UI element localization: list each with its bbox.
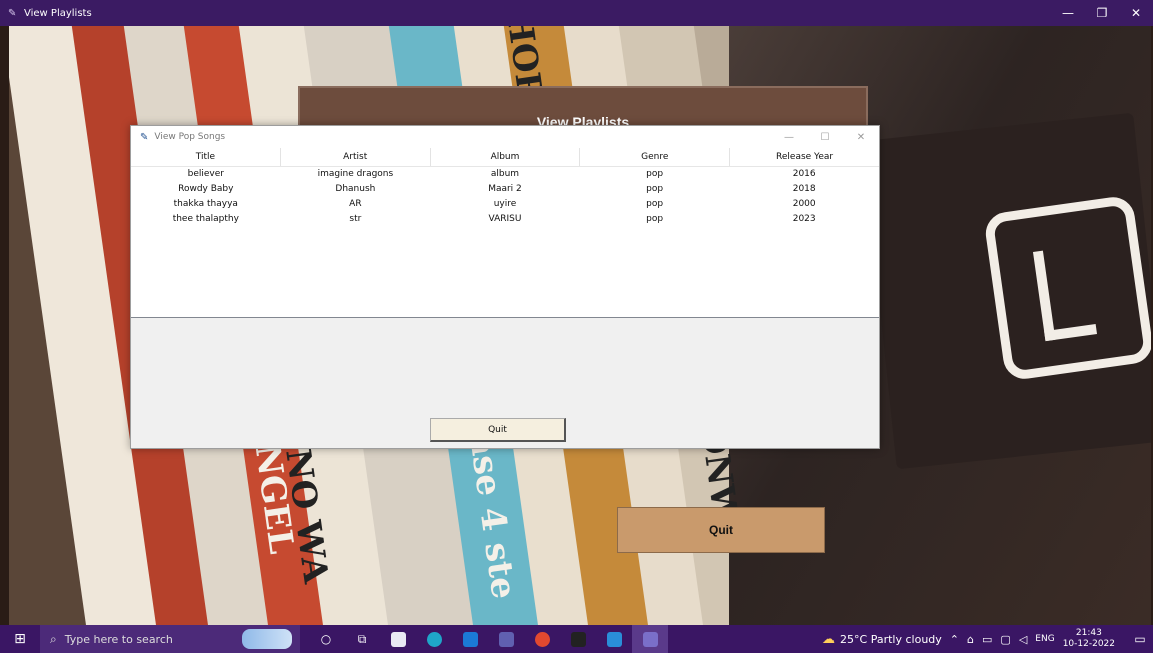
- dialog-minimize-button[interactable]: —: [771, 126, 807, 148]
- column-header-title[interactable]: Title: [131, 148, 281, 166]
- table-row[interactable]: believer imagine dragons album pop 2016: [131, 167, 879, 182]
- cell-title: thakka thayya: [173, 199, 238, 209]
- main-quit-button[interactable]: Quit: [617, 507, 825, 553]
- cell-genre: pop: [646, 169, 664, 179]
- sql-app-icon[interactable]: [488, 625, 524, 653]
- clock[interactable]: 21:43 10-12-2022: [1063, 628, 1115, 650]
- weather-text[interactable]: 25°C Partly cloudy: [840, 633, 942, 646]
- main-window-controls: — ❐ ✕: [1051, 0, 1153, 26]
- column-header-album[interactable]: Album: [431, 148, 581, 166]
- minimize-button[interactable]: —: [1051, 0, 1085, 26]
- dialog-controls: — ☐ ✕: [771, 126, 879, 148]
- display-icon[interactable]: ▢: [1000, 633, 1010, 646]
- windows-start-button[interactable]: ⊞: [0, 625, 40, 653]
- songs-table[interactable]: Title Artist Album Genre Release Year be…: [131, 148, 879, 318]
- cell-genre: pop: [646, 184, 664, 194]
- clock-time: 21:43: [1075, 628, 1102, 638]
- language-indicator[interactable]: ENG: [1035, 634, 1054, 644]
- cell-title: Rowdy Baby: [178, 184, 234, 194]
- search-icon: ⌕: [50, 631, 57, 646]
- dialog-titlebar: ✎ View Pop Songs — ☐ ✕: [131, 126, 879, 148]
- cell-genre: pop: [646, 199, 664, 209]
- taskbar: ⊞ ⌕ Type here to search ○ ⧉ ☁ 25°C Partl…: [0, 625, 1153, 653]
- feather-icon: ✎: [8, 7, 17, 19]
- cell-album: album: [490, 169, 520, 179]
- dialog-close-button[interactable]: ✕: [843, 126, 879, 148]
- cell-release-year: 2018: [792, 184, 816, 194]
- table-row[interactable]: thee thalapthy str VARISU pop 2023: [131, 212, 879, 227]
- cell-artist: AR: [349, 199, 362, 209]
- terminal-icon[interactable]: [560, 625, 596, 653]
- search-placeholder: Type here to search: [64, 632, 173, 646]
- dialog-maximize-button[interactable]: ☐: [807, 126, 843, 148]
- volume-icon[interactable]: ◁: [1019, 633, 1027, 646]
- taskbar-apps: ○ ⧉: [308, 625, 668, 653]
- vscode-icon[interactable]: [596, 625, 632, 653]
- table-row[interactable]: thakka thayya AR uyire pop 2000: [131, 197, 879, 212]
- cell-artist: str: [349, 214, 362, 224]
- main-window-title: View Playlists: [24, 7, 92, 19]
- battery-icon[interactable]: ▭: [982, 633, 992, 646]
- cell-artist: imagine dragons: [317, 169, 394, 179]
- show-hidden-icons-chevron-icon[interactable]: ⌃: [950, 633, 959, 646]
- clock-date: 10-12-2022: [1062, 639, 1115, 649]
- weather-icon[interactable]: ☁: [822, 632, 835, 647]
- cell-title: thee thalapthy: [172, 214, 239, 224]
- cortana-icon[interactable]: ○: [308, 625, 344, 653]
- cell-release-year: 2016: [792, 169, 816, 179]
- cell-release-year: 2023: [792, 214, 816, 224]
- pop-songs-dialog: ✎ View Pop Songs — ☐ ✕ Title Artist Albu…: [130, 125, 880, 449]
- close-button[interactable]: ✕: [1119, 0, 1153, 26]
- notification-center-icon[interactable]: ▭: [1127, 632, 1153, 646]
- network-icon[interactable]: ⌂: [967, 633, 974, 646]
- column-header-artist[interactable]: Artist: [281, 148, 431, 166]
- task-view-icon[interactable]: ⧉: [344, 625, 380, 653]
- table-header: Title Artist Album Genre Release Year: [131, 148, 879, 167]
- search-highlight-image: [242, 629, 292, 649]
- mail-icon[interactable]: [452, 625, 488, 653]
- cell-genre: pop: [646, 214, 664, 224]
- main-window-titlebar: ✎ View Playlists — ❐ ✕: [0, 0, 1153, 26]
- file-icon[interactable]: [380, 625, 416, 653]
- dialog-title: View Pop Songs: [154, 132, 226, 142]
- python-feather-icon[interactable]: [632, 625, 668, 653]
- column-header-genre[interactable]: Genre: [580, 148, 731, 166]
- cell-release-year: 2000: [792, 199, 816, 209]
- column-header-release-year[interactable]: Release Year: [730, 148, 879, 166]
- cell-album: uyire: [493, 199, 517, 209]
- restore-button[interactable]: ❐: [1085, 0, 1119, 26]
- dialog-quit-button[interactable]: Quit: [430, 418, 566, 442]
- table-row[interactable]: Rowdy Baby Dhanush Maari 2 pop 2018: [131, 182, 879, 197]
- cell-title: believer: [187, 169, 224, 179]
- system-tray: ☁ 25°C Partly cloudy ⌃ ⌂ ▭ ▢ ◁ ENG 21:43…: [822, 625, 1153, 653]
- cell-album: VARISU: [488, 214, 522, 224]
- feather-icon: ✎: [140, 131, 149, 143]
- cell-album: Maari 2: [488, 184, 522, 194]
- chrome-icon[interactable]: [524, 625, 560, 653]
- taskbar-search-box[interactable]: ⌕ Type here to search: [40, 625, 300, 653]
- edge-icon[interactable]: [416, 625, 452, 653]
- cell-artist: Dhanush: [335, 184, 376, 194]
